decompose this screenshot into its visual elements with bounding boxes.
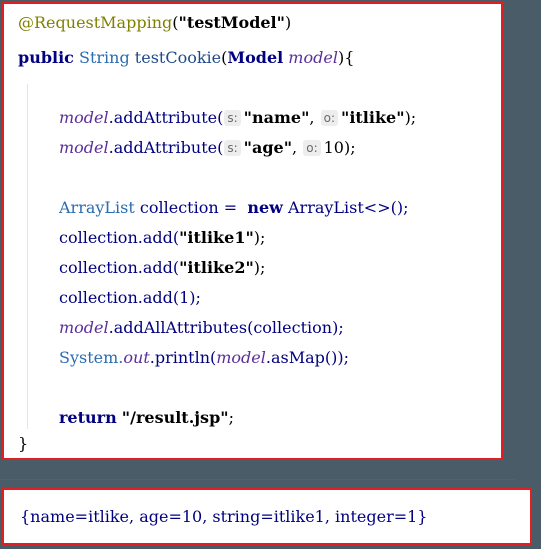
method-call: collection.add( [59,228,180,247]
method-call: .addAttribute( [108,108,224,127]
method-call: .asMap()); [265,348,350,367]
return-type: String [79,48,130,67]
annotation-value: "testModel" [178,13,285,32]
method-call: collection.add(1); [59,288,201,307]
param-type: Model [227,48,284,67]
comma: , [309,108,315,127]
code-line-add-3: collection.add(1); [59,287,201,309]
statement-end: ); [404,108,417,127]
string-literal: "itlike2" [179,258,254,277]
code-line-add-attribute-age: model.addAttribute(s: "age", o: 10); [59,137,356,159]
class-name: System. [59,348,124,367]
param-hint: s: [224,110,241,126]
brace: { [344,48,355,67]
variable: model [59,318,109,337]
code-line-add-all: model.addAllAttributes(collection); [59,317,344,339]
code-line-arraylist: ArrayList collection = new ArrayList<>()… [59,197,409,219]
code-line-return: return "/result.jsp"; [59,407,234,429]
annotation-name: @RequestMapping [18,13,173,32]
statement-end: ; [228,408,234,427]
indent-guide [27,84,28,429]
string-literal: "itlike1" [179,228,254,247]
method-call: collection.add( [59,258,180,277]
param-hint: o: [303,140,321,156]
statement-end: ); [253,228,266,247]
string-literal: "itlike" [341,108,405,127]
method-signature: public String testCookie(Model model){ [18,47,354,69]
param-hint: s: [224,140,241,156]
comma: , [292,138,298,157]
string-literal: "name" [243,108,310,127]
static-field: out [123,348,150,367]
keyword-new: new [247,198,283,217]
statement-end: ); [343,138,356,157]
annotation-line: @RequestMapping("testModel") [18,12,291,34]
constructor-call: ArrayList<>(); [282,198,409,217]
code-line-add-1: collection.add("itlike1"); [59,227,265,249]
class-name: ArrayList [59,198,135,217]
declaration: collection = [134,198,248,217]
code-editor[interactable]: @RequestMapping("testModel") public Stri… [2,2,503,460]
brace: } [18,434,29,453]
string-literal: "/result.jsp" [121,408,229,427]
variable: model [59,138,109,157]
method-name: testCookie [134,48,222,67]
method-call: .addAllAttributes(collection); [108,318,344,337]
method-call: .addAttribute( [108,138,224,157]
paren: ) [284,13,292,32]
keyword-return: return [59,408,117,427]
closing-brace: } [18,433,28,455]
method-call: .println( [149,348,217,367]
statement-end: ); [253,258,266,277]
code-line-add-attribute-name: model.addAttribute(s: "name", o: "itlike")… [59,107,416,129]
code-line-add-2: collection.add("itlike2"); [59,257,265,279]
variable: model [216,348,266,367]
param-name: model [288,48,338,67]
console-output-panel[interactable]: {name=itlike, age=10, string=itlike1, in… [2,488,532,545]
string-literal: "age" [243,138,293,157]
panel-divider [0,479,515,480]
variable: model [59,108,109,127]
param-hint: o: [320,110,338,126]
keyword-public: public [18,48,74,67]
console-output-text: {name=itlike, age=10, string=itlike1, in… [20,507,428,526]
code-line-println: System.out.println(model.asMap()); [59,347,349,369]
number-literal: 10 [323,138,344,157]
